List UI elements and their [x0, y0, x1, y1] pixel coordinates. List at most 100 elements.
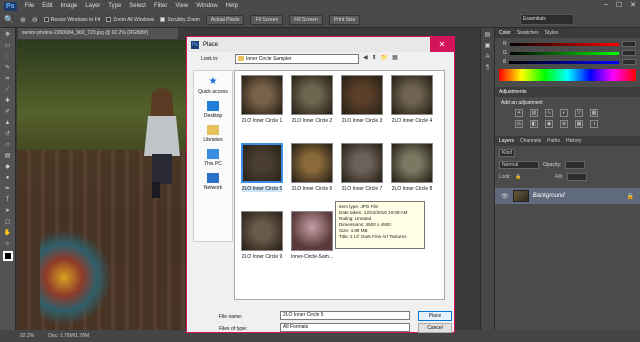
fit-screen-button[interactable]: Fit Screen [250, 14, 284, 25]
file-item-selected[interactable]: 2LO Inner Circle 5 [237, 143, 287, 192]
zoom-tool-icon[interactable]: ⌕ [3, 240, 13, 248]
workspace-select[interactable]: Essentials [520, 14, 574, 25]
brush-tool-icon[interactable]: ✐ [3, 108, 13, 116]
menu-file[interactable]: File [25, 3, 35, 9]
color-slider-g[interactable]: G [503, 50, 636, 56]
new-folder-icon[interactable]: 📁 [381, 54, 388, 61]
lasso-tool-icon[interactable]: ◌ [3, 53, 13, 61]
stamp-tool-icon[interactable]: ▲ [3, 119, 13, 127]
eyedropper-tool-icon[interactable]: ⁄ [3, 86, 13, 94]
file-type-select[interactable]: All Formats [280, 323, 410, 332]
menu-layer[interactable]: Layer [85, 3, 100, 9]
healing-tool-icon[interactable]: ✚ [3, 97, 13, 105]
tab-channels[interactable]: Channels [520, 138, 541, 144]
fill-field[interactable] [566, 173, 587, 181]
menu-help[interactable]: Help [226, 3, 238, 9]
place-this-pc[interactable]: This PC [194, 149, 232, 167]
layer-background[interactable]: 👁 Background 🔒 [495, 188, 640, 204]
color-slider-b[interactable]: B [503, 59, 636, 65]
tab-layers[interactable]: Layers [499, 138, 514, 144]
hue-icon[interactable]: ▦ [590, 109, 598, 117]
move-tool-icon[interactable]: ✥ [3, 31, 13, 39]
kind-select[interactable]: Kind [499, 149, 516, 157]
document-tab[interactable]: senior-photos-2260684_960_720.jpg @ 92.2… [18, 28, 178, 39]
curves-icon[interactable]: ∿ [545, 109, 553, 117]
file-item[interactable]: 2LO Inner Circle 9 [237, 211, 287, 260]
blend-mode-select[interactable]: Normal [499, 161, 539, 169]
blur-tool-icon[interactable]: ◆ [3, 163, 13, 171]
file-item[interactable]: 2LO Inner Circle 2 [287, 75, 337, 124]
tab-history[interactable]: History [566, 138, 582, 144]
file-item[interactable]: 2LO Inner Circle 3 [337, 75, 387, 124]
zoom-out-icon[interactable]: ⊖ [32, 16, 38, 24]
zoom-all-checkbox[interactable]: Zoom All Windows [106, 17, 154, 23]
close-button[interactable]: ✕ [630, 1, 636, 9]
place-quick-access[interactable]: ★ Quick access [194, 77, 232, 96]
up-folder-icon[interactable]: ⬆ [372, 54, 377, 61]
back-icon[interactable]: ◀ [363, 54, 368, 61]
opacity-field[interactable] [565, 161, 586, 169]
file-item[interactable]: 2LO Inner Circle 8 [387, 143, 437, 192]
color-balance-icon[interactable]: ⚖ [515, 120, 523, 128]
shape-tool-icon[interactable]: ▢ [3, 218, 13, 226]
tab-swatches[interactable]: Swatches [517, 30, 539, 36]
actual-pixels-button[interactable]: Actual Pixels [205, 14, 245, 25]
eraser-tool-icon[interactable]: ▱ [3, 141, 13, 149]
cancel-button[interactable]: Cancel [418, 323, 452, 333]
tab-color[interactable]: Color [499, 30, 511, 36]
place-network[interactable]: Network [194, 173, 232, 191]
gradient-tool-icon[interactable]: ▤ [3, 152, 13, 160]
menu-select[interactable]: Select [129, 3, 146, 9]
minimize-button[interactable]: – [604, 1, 608, 9]
print-size-button[interactable]: Print Size [328, 14, 361, 25]
channel-mixer-icon[interactable]: ⊕ [560, 120, 568, 128]
quick-select-tool-icon[interactable]: ✎ [3, 64, 13, 72]
crop-tool-icon[interactable]: ⌗ [3, 75, 13, 83]
look-in-select[interactable]: Inner Circle Sampler [235, 54, 359, 64]
place-libraries[interactable]: Libraries [194, 125, 232, 143]
levels-icon[interactable]: ▥ [530, 109, 538, 117]
history-panel-icon[interactable]: ▤ [483, 31, 493, 39]
paragraph-panel-icon[interactable]: ¶ [483, 64, 493, 72]
history-brush-icon[interactable]: ↺ [3, 130, 13, 138]
tab-adjustments[interactable]: Adjustments [499, 89, 527, 95]
file-name-input[interactable]: 2LO Inner Circle 5 [280, 311, 410, 320]
invert-icon[interactable]: ◑ [590, 120, 598, 128]
file-item[interactable]: 2LO Inner Circle 4 [387, 75, 437, 124]
dialog-close-button[interactable]: ✕ [430, 37, 454, 52]
resize-windows-checkbox[interactable]: Resize Windows to Fit [43, 17, 100, 23]
zoom-in-icon[interactable]: ⊕ [20, 16, 26, 24]
view-menu-icon[interactable]: ▦ [392, 54, 398, 61]
exposure-icon[interactable]: ◐ [560, 109, 568, 117]
menu-view[interactable]: View [175, 3, 188, 9]
menu-type[interactable]: Type [108, 3, 121, 9]
pen-tool-icon[interactable]: ✒ [3, 185, 13, 193]
tab-paths[interactable]: Paths [547, 138, 560, 144]
menu-window[interactable]: Window [196, 3, 217, 9]
hand-tool-icon[interactable]: ✋ [3, 229, 13, 237]
color-swatch-icon[interactable] [2, 251, 13, 261]
menu-edit[interactable]: Edit [42, 3, 52, 9]
file-item[interactable]: 2LO Inner Circle 6 [287, 143, 337, 192]
scrubby-zoom-checkbox[interactable]: Scrubby Zoom [160, 17, 200, 23]
maximize-button[interactable]: ☐ [616, 1, 622, 9]
marquee-tool-icon[interactable]: ▭ [3, 42, 13, 50]
file-item[interactable]: 2LO Inner Circle 7 [337, 143, 387, 192]
dodge-tool-icon[interactable]: ● [3, 174, 13, 182]
place-desktop[interactable]: Desktop [194, 101, 232, 119]
color-spectrum[interactable] [499, 69, 636, 81]
menu-filter[interactable]: Filter [154, 3, 167, 9]
type-tool-icon[interactable]: T [3, 196, 13, 204]
vibrance-icon[interactable]: ▽ [575, 109, 583, 117]
properties-panel-icon[interactable]: ▣ [483, 42, 493, 50]
bw-icon[interactable]: ◧ [530, 120, 538, 128]
file-item[interactable]: Inner-Circle-Sam... [287, 211, 337, 260]
lookup-icon[interactable]: ▩ [575, 120, 583, 128]
menu-image[interactable]: Image [61, 3, 78, 9]
place-button[interactable]: Place [418, 311, 452, 321]
color-slider-r[interactable]: R [503, 41, 636, 47]
zoom-readout[interactable]: 92.2% [20, 333, 34, 339]
character-panel-icon[interactable]: A [483, 53, 493, 61]
tab-styles[interactable]: Styles [545, 30, 559, 36]
path-select-icon[interactable]: ➤ [3, 207, 13, 215]
